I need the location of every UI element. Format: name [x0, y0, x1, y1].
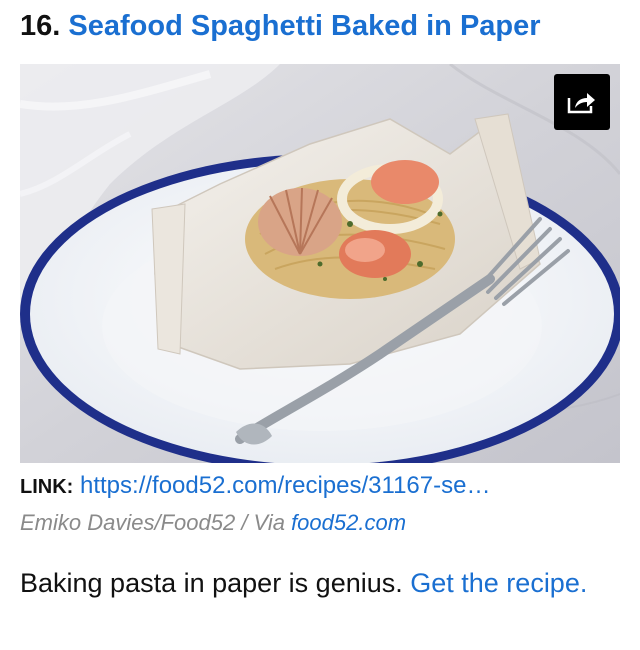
- item-number: 16.: [20, 10, 61, 42]
- share-icon: [567, 93, 595, 114]
- recipe-photo[interactable]: [20, 64, 620, 463]
- article-item: 16. Seafood Spaghetti Baked in Paper LIN…: [0, 0, 640, 650]
- item-title-link[interactable]: Seafood Spaghetti Baked in Paper: [68, 10, 540, 42]
- description-text: Baking pasta in paper is genius.: [20, 568, 411, 598]
- get-recipe-link[interactable]: Get the recipe.: [410, 568, 587, 598]
- credit-source-link[interactable]: food52.com: [291, 510, 406, 535]
- link-label: LINK:: [20, 476, 74, 498]
- recipe-url-link[interactable]: https://food52.com/recipes/31167-se…: [80, 472, 490, 499]
- link-line: LINK: https://food52.com/recipes/31167-s…: [20, 470, 620, 503]
- share-button[interactable]: [554, 74, 610, 130]
- food-image: [20, 64, 620, 463]
- item-heading: 16. Seafood Spaghetti Baked in Paper: [20, 6, 620, 46]
- credit-text: Emiko Davies/Food52 / Via: [20, 510, 292, 535]
- photo-credit: Emiko Davies/Food52 / Via food52.com: [20, 508, 620, 538]
- item-description: Baking pasta in paper is genius. Get the…: [20, 564, 620, 602]
